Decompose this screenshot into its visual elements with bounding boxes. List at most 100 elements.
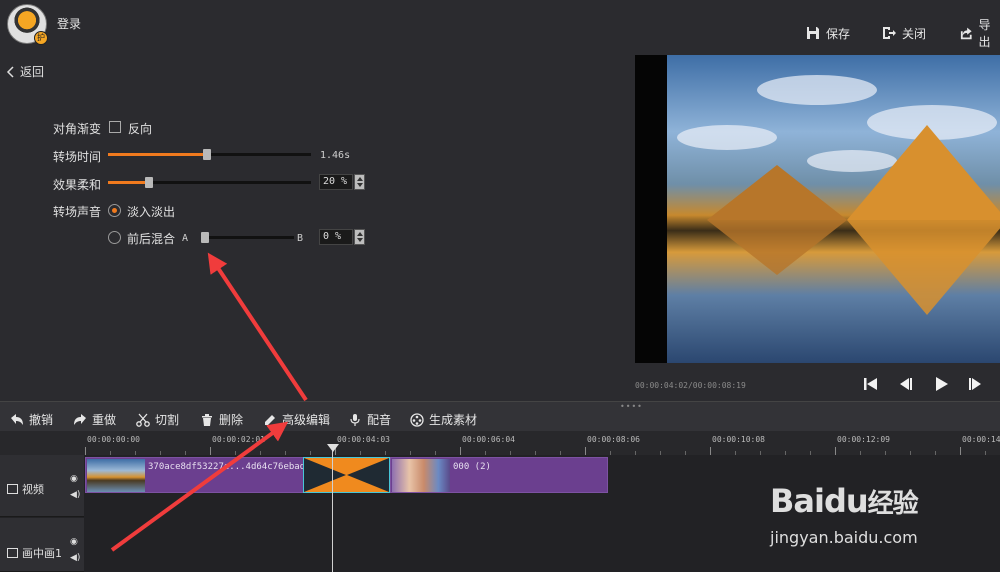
watermark-brand: Baidu经验	[770, 482, 919, 520]
floppy-icon	[807, 27, 819, 39]
ruler-major-tick	[460, 447, 461, 455]
eye-icon[interactable]: ◉	[70, 474, 78, 484]
save-button[interactable]: 保存	[806, 24, 850, 42]
paw-icon: du	[823, 482, 869, 520]
ruler-label: 00:00:04:03	[337, 435, 390, 444]
timecode: 00:00:04:02/00:00:08:19	[635, 381, 746, 390]
ruler-major-tick	[960, 447, 961, 455]
exit-icon	[883, 27, 896, 39]
generate-button[interactable]: 生成素材	[410, 411, 477, 428]
clip-thumbnail	[87, 459, 145, 492]
softness-slider[interactable]	[108, 177, 311, 188]
film-reel-icon	[410, 412, 424, 427]
top-bar: 护 登录 保存 关闭 导出	[0, 0, 1000, 52]
playhead-line[interactable]	[332, 446, 333, 572]
undo-icon	[11, 413, 23, 425]
video-clip-2[interactable]: 000 (2)	[390, 457, 608, 493]
preview-image	[667, 55, 1000, 363]
ruler-major-tick	[85, 447, 86, 455]
softness-fill	[108, 181, 149, 184]
reverse-label: 反向	[128, 122, 153, 136]
play-icon[interactable]	[932, 375, 950, 393]
ruler-label: 00:00:06:04	[462, 435, 515, 444]
timeline-ruler[interactable]: 00:00:00:00 00:00:02:01 00:00:04:03 00:0…	[0, 431, 1000, 455]
duration-label: 转场时间	[53, 150, 102, 164]
mix-radio[interactable]	[108, 231, 121, 244]
video-track-label: 视频	[22, 483, 44, 496]
skip-start-icon[interactable]	[861, 375, 879, 393]
clip-thumbnail	[392, 459, 450, 492]
splitter-handle[interactable]: ••••	[620, 402, 643, 411]
scissors-icon	[136, 413, 150, 427]
video-track-name: 视频	[7, 481, 44, 497]
mix-thumb[interactable]	[201, 232, 209, 243]
back-label: 返回	[20, 65, 45, 79]
close-button[interactable]: 关闭	[882, 24, 926, 42]
mix-label: 前后混合	[127, 232, 176, 246]
softness-input[interactable]: 20 %	[319, 174, 353, 190]
softness-thumb[interactable]	[145, 177, 153, 188]
app-logo: 护	[7, 4, 48, 45]
ruler-major-tick	[710, 447, 711, 455]
pip-track-header: 画中画1 ◉ ◀)	[0, 518, 84, 572]
dub-button[interactable]: 配音	[348, 411, 391, 428]
step-back-icon[interactable]	[896, 375, 914, 393]
sound-label: 转场声音	[53, 205, 102, 219]
mix-input[interactable]: 0 %	[319, 229, 353, 245]
duration-thumb[interactable]	[203, 149, 211, 160]
arrow-to-mix-slider	[207, 252, 308, 402]
duration-value: 1.46s	[320, 150, 351, 161]
mix-slider[interactable]	[201, 232, 294, 243]
speaker-icon[interactable]: ◀)	[70, 490, 80, 500]
ruler-major-tick	[835, 447, 836, 455]
export-button[interactable]: 导出	[960, 18, 1000, 49]
eye-icon[interactable]: ◉	[70, 537, 78, 547]
ruler-label: 00:00:00:00	[87, 435, 140, 444]
edit-toolbar: 撤销 重做 切割 删除 高级编辑 配音 生成素材	[0, 401, 1000, 431]
fade-radio[interactable]	[108, 204, 121, 217]
cut-button[interactable]: 切割	[136, 411, 179, 428]
ruler-label: 00:00:10:08	[712, 435, 765, 444]
mix-stepper[interactable]	[354, 229, 365, 245]
trash-icon	[202, 413, 212, 426]
ruler-label: 00:00:12:09	[837, 435, 890, 444]
ruler-major-tick	[210, 447, 211, 455]
video-clip-1[interactable]: 370ace8df53227e...4d64c76ebad	[85, 457, 304, 493]
mix-b-label: B	[297, 233, 304, 244]
reverse-checkbox[interactable]	[109, 121, 121, 133]
delete-button[interactable]: 删除	[200, 411, 243, 428]
fade-label: 淡入淡出	[127, 205, 176, 219]
transition-block[interactable]	[303, 457, 390, 493]
ruler-major-tick	[585, 447, 586, 455]
transition-icon	[304, 458, 389, 492]
video-track-icon	[7, 484, 18, 494]
clip-2-filename: 000 (2)	[453, 462, 491, 472]
speaker-icon[interactable]: ◀)	[70, 553, 80, 563]
baidu-watermark: Baidu经验 jingyan.baidu.com	[770, 478, 1000, 572]
pip-track-label: 画中画1	[22, 547, 62, 560]
dub-label: 配音	[367, 413, 392, 427]
clip-1-filename: 370ace8df53227e...4d64c76ebad	[148, 462, 304, 472]
chevron-left-icon	[6, 65, 14, 78]
redo-button[interactable]: 重做	[73, 411, 116, 428]
delete-label: 删除	[219, 413, 244, 427]
ruler-label: 00:00:08:06	[587, 435, 640, 444]
login-link[interactable]: 登录	[57, 15, 81, 32]
share-icon	[960, 27, 972, 40]
pip-track-icon	[7, 548, 18, 558]
redo-icon	[74, 413, 86, 425]
logo-badge-icon: 护	[34, 31, 48, 45]
undo-button[interactable]: 撤销	[10, 411, 53, 428]
back-button[interactable]: 返回	[6, 63, 44, 80]
video-preview	[635, 55, 1000, 363]
step-forward-icon[interactable]	[967, 375, 985, 393]
duration-slider[interactable]	[108, 149, 311, 160]
playhead-marker[interactable]	[327, 444, 339, 452]
advanced-edit-label: 高级编辑	[282, 413, 331, 427]
pencil-icon	[265, 414, 275, 425]
advanced-edit-button[interactable]: 高级编辑	[263, 411, 330, 428]
softness-stepper[interactable]	[354, 174, 365, 190]
export-label: 导出	[978, 18, 991, 49]
cut-label: 切割	[155, 413, 180, 427]
ruler-label: 00:00:02:01	[212, 435, 265, 444]
